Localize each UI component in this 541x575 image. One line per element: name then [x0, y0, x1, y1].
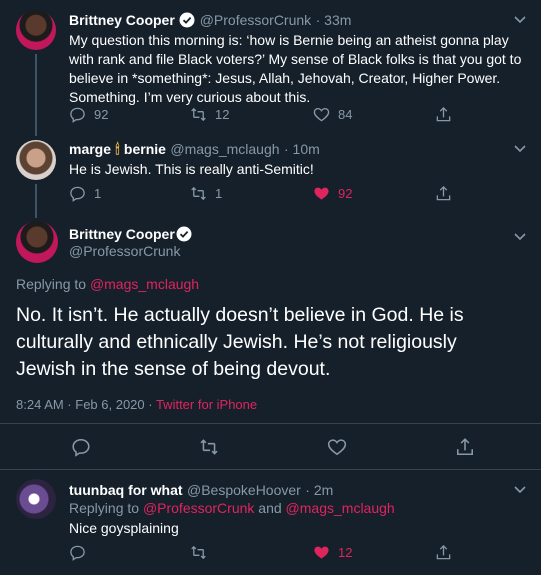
tweet-header: Brittney Cooper @ProfessorCrunk · 33m: [69, 12, 351, 30]
tweet-time[interactable]: · 10m: [284, 141, 320, 157]
like-count: 12: [338, 545, 353, 560]
main-tweet-name[interactable]: Brittney Cooper: [69, 226, 175, 242]
replying-to-link[interactable]: @ProfessorCrunk: [143, 500, 254, 516]
display-name[interactable]: Brittney Cooper: [69, 12, 175, 28]
tweet-text: Nice goysplaining: [69, 520, 179, 536]
like-button[interactable]: 84: [313, 106, 352, 123]
reply-button[interactable]: 92: [69, 106, 108, 123]
share-icon[interactable]: [455, 437, 475, 457]
share-icon: [436, 106, 451, 122]
tweet-header: marge 🕯 bernie @mags_mclaugh · 10m: [69, 141, 320, 159]
like-count: 84: [338, 107, 353, 122]
share-button[interactable]: [435, 544, 452, 561]
share-button[interactable]: [435, 185, 452, 202]
tweet-text: He is Jewish. This is really anti-Semiti…: [69, 161, 314, 177]
timestamp-text[interactable]: 8:24 AM · Feb 6, 2020 ·: [16, 397, 156, 412]
avatar[interactable]: [16, 140, 56, 180]
tweet-time[interactable]: · 33m: [316, 12, 352, 28]
display-name[interactable]: tuunbaq for what: [69, 482, 183, 498]
retweet-button[interactable]: [190, 544, 207, 561]
heart-filled-icon: [314, 187, 329, 200]
retweet-icon: [191, 545, 206, 560]
reply-button[interactable]: [69, 544, 86, 561]
replying-to-link[interactable]: @mags_mclaugh: [286, 500, 395, 516]
reply-button[interactable]: 1: [69, 185, 101, 202]
replying-to: Replying to @mags_mclaugh: [16, 276, 199, 292]
reply-icon[interactable]: [71, 437, 91, 457]
retweet-count: 1: [215, 186, 223, 201]
tweet-source[interactable]: Twitter for iPhone: [156, 397, 257, 412]
main-tweet-text: No. It isn’t. He actually doesn’t believ…: [16, 304, 464, 380]
retweet-button[interactable]: 1: [190, 185, 222, 202]
retweet-icon[interactable]: [199, 437, 219, 457]
chevron-down-icon[interactable]: [512, 481, 528, 497]
thread-line: [35, 54, 37, 136]
display-name-part2[interactable]: bernie: [124, 141, 166, 157]
share-button[interactable]: [435, 106, 452, 123]
tweet-time[interactable]: · 2m: [305, 482, 333, 498]
share-icon: [436, 185, 451, 201]
user-handle[interactable]: @mags_mclaugh: [170, 141, 279, 157]
user-handle[interactable]: @ProfessorCrunk: [69, 243, 180, 259]
share-icon: [436, 544, 451, 560]
tweet-header: tuunbaq for what @BespokeHoover · 2m: [69, 482, 333, 500]
replying-to-label: Replying to: [16, 276, 90, 292]
replying-to-link[interactable]: @mags_mclaugh: [90, 276, 199, 292]
heart-icon: [313, 107, 330, 122]
display-name-part1[interactable]: marge: [69, 141, 111, 157]
reply-count: 92: [94, 107, 109, 122]
retweet-icon: [191, 107, 206, 122]
replying-to: Replying to @ProfessorCrunk and @mags_mc…: [69, 500, 395, 516]
like-button[interactable]: 92: [313, 185, 352, 202]
user-handle[interactable]: @ProfessorCrunk: [200, 12, 311, 28]
chevron-down-icon[interactable]: [512, 11, 528, 27]
verified-badge-icon: [176, 226, 192, 242]
reply-count: 1: [94, 186, 102, 201]
chevron-down-icon[interactable]: [512, 140, 528, 156]
tweet-text: My question this morning is: ‘how is Ber…: [69, 32, 522, 105]
candle-emoji-icon: 🕯: [115, 141, 120, 157]
user-handle[interactable]: @BespokeHoover: [187, 482, 301, 498]
tweet-timestamp: 8:24 AM · Feb 6, 2020 · Twitter for iPho…: [16, 397, 257, 412]
divider: [0, 469, 541, 470]
retweet-button[interactable]: 12: [190, 106, 229, 123]
retweet-icon: [191, 186, 206, 201]
verified-badge-icon: [179, 12, 195, 28]
retweet-count: 12: [215, 107, 230, 122]
thread-line: [35, 184, 37, 218]
reply-icon: [70, 107, 85, 123]
heart-filled-icon: [314, 546, 329, 559]
like-count: 92: [338, 186, 353, 201]
divider: [0, 423, 541, 424]
avatar[interactable]: [16, 10, 56, 50]
replying-and: and: [254, 500, 286, 516]
reply-icon: [70, 545, 85, 561]
reply-icon: [70, 186, 85, 202]
replying-to-label: Replying to: [69, 500, 143, 516]
heart-icon[interactable]: [327, 437, 347, 457]
avatar[interactable]: [16, 221, 58, 263]
like-button[interactable]: 12: [313, 544, 352, 561]
avatar[interactable]: [16, 479, 56, 519]
chevron-down-icon[interactable]: [512, 228, 528, 244]
